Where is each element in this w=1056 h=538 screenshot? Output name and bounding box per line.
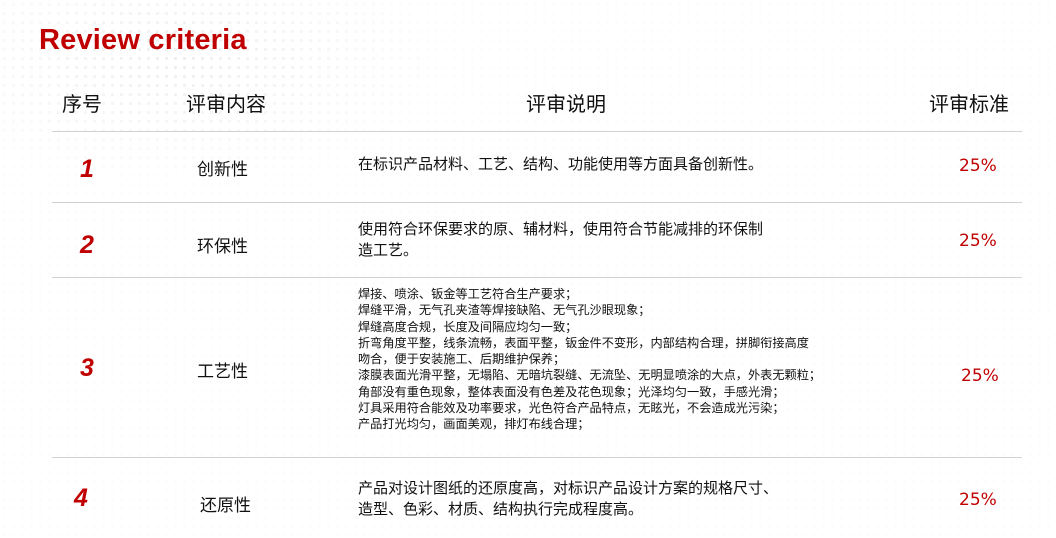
row-divider xyxy=(52,277,1022,278)
header-content: 评审内容 xyxy=(186,92,266,116)
row-description-line: 漆膜表面光滑平整，无塌陷、无暗坑裂缝、无流坠、无明显喷涂的大点，外表无颗粒； xyxy=(358,368,822,383)
header-divider xyxy=(52,131,1022,132)
row-description: 在标识产品材料、工艺、结构、功能使用等方面具备创新性。 xyxy=(358,155,764,173)
row-description-line: 吻合，便于安装施工、后期维护保养； xyxy=(358,352,566,367)
row-divider xyxy=(52,202,1022,203)
row-description: 焊接、喷涂、钣金等工艺符合生产要求； 焊缝平滑，无气孔夹渣等焊接缺陷、无气孔沙眼… xyxy=(358,286,928,433)
row-standard: 25% xyxy=(961,366,999,386)
row-description-line: 角部没有重色现象，整体表面没有色差及花色现象；光泽均匀一致，手感光滑； xyxy=(358,384,785,399)
header-index: 序号 xyxy=(62,92,102,116)
row-standard: 25% xyxy=(959,231,997,251)
row-index: 4 xyxy=(74,484,88,512)
page-title: Review criteria xyxy=(39,24,247,56)
row-name: 创新性 xyxy=(197,160,248,180)
row-standard: 25% xyxy=(959,156,997,176)
row-description: 产品对设计图纸的还原度高，对标识产品设计方案的规格尺寸、 造型、色彩、材质、结构… xyxy=(358,478,838,520)
row-description-line: 产品打光均匀，画面美观，排灯布线合理； xyxy=(358,417,590,432)
row-description-line: 产品对设计图纸的还原度高，对标识产品设计方案的规格尺寸、 xyxy=(358,479,779,497)
row-description: 使用符合环保要求的原、辅材料，使用符合节能减排的环保制 造工艺。 xyxy=(358,219,838,261)
row-description-line: 焊缝高度合规，长度及间隔应均匀一致； xyxy=(358,319,578,334)
header-standard: 评审标准 xyxy=(929,92,1009,116)
row-description-line: 造工艺。 xyxy=(358,241,419,259)
row-index: 3 xyxy=(80,354,94,382)
row-index: 2 xyxy=(80,231,94,259)
row-description-line: 焊接、喷涂、钣金等工艺符合生产要求； xyxy=(358,287,578,301)
row-description-line: 灯具采用符合能效及功率要求，光色符合产品特点，无眩光，不会造成光污染； xyxy=(358,401,785,416)
row-index: 1 xyxy=(80,155,94,183)
row-description-line: 使用符合环保要求的原、辅材料，使用符合节能减排的环保制 xyxy=(358,220,764,238)
row-divider xyxy=(52,457,1022,458)
row-description-line: 造型、色彩、材质、结构执行完成程度高。 xyxy=(358,500,644,518)
header-description: 评审说明 xyxy=(526,92,606,116)
row-name: 环保性 xyxy=(197,237,248,257)
row-name: 工艺性 xyxy=(197,362,248,382)
row-name: 还原性 xyxy=(200,496,251,516)
row-description-line: 焊缝平滑，无气孔夹渣等焊接缺陷、无气孔沙眼现象； xyxy=(358,303,651,318)
row-standard: 25% xyxy=(959,490,997,510)
row-description-line: 折弯角度平整，线条流畅，表面平整，钣金件不变形，内部结构合理，拼脚衔接高度 xyxy=(358,335,809,350)
